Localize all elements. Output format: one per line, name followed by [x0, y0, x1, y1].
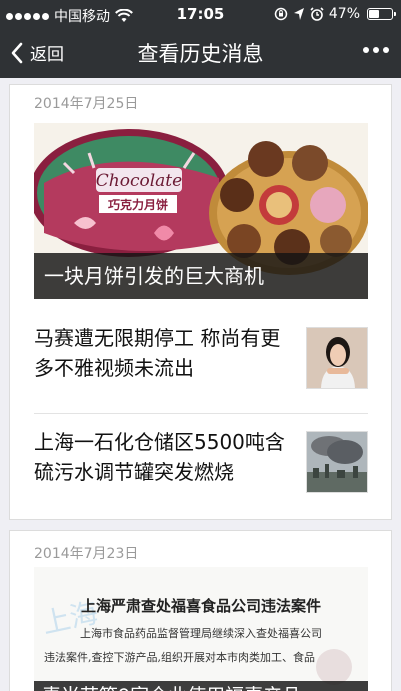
lid-subtitle-text: 巧克力月饼	[108, 197, 168, 212]
nav-bar: 返回 查看历史消息	[0, 28, 401, 78]
battery-fill	[369, 10, 379, 18]
document-line: 违法案件,查控下游产品,组织开展对本市肉类加工、食品	[44, 651, 315, 664]
message-card: 2014年7月25日 Chocolate 巧克力月饼 一块月饼引发的巨大商机 马…	[9, 84, 392, 520]
lid-brand-text: Chocolate	[96, 171, 182, 191]
city-smoke-thumbnail	[306, 431, 368, 493]
alarm-icon	[310, 7, 324, 21]
battery-icon	[367, 8, 396, 20]
page-title: 查看历史消息	[137, 42, 264, 66]
hero-article[interactable]: 上海 上海严肃查处福喜食品公司违法案件 上海市食品药品监督管理局继续深入查处福喜…	[34, 567, 368, 691]
list-item[interactable]: 上海一石化仓储区5500吨含硫污水调节罐突发燃烧	[34, 425, 368, 515]
status-bar: 中国移动 17:05 47%	[0, 0, 401, 28]
article-title: 马赛遭无限期停工 称尚有更多不雅视频未流出	[34, 326, 281, 380]
status-right: 47%	[274, 6, 396, 22]
hero-caption: 麦当劳等9家企业使用福喜产品	[34, 681, 368, 691]
hero-article[interactable]: Chocolate 巧克力月饼 一块月饼引发的巨大商机	[34, 123, 368, 299]
divider	[34, 413, 368, 414]
message-date: 2014年7月25日	[34, 96, 139, 112]
message-date: 2014年7月23日	[34, 546, 139, 562]
rotation-lock-icon	[274, 7, 288, 21]
article-title: 上海一石化仓储区5500吨含硫污水调节罐突发燃烧	[34, 430, 285, 484]
battery-percent: 47%	[328, 6, 360, 22]
more-dots-icon	[363, 47, 369, 53]
hero-caption: 一块月饼引发的巨大商机	[34, 253, 368, 299]
document-title: 上海严肃查处福喜食品公司违法案件	[80, 597, 321, 615]
more-button[interactable]	[363, 47, 389, 53]
list-item[interactable]: 马赛遭无限期停工 称尚有更多不雅视频未流出	[34, 321, 368, 411]
woman-portrait-thumbnail	[306, 327, 368, 389]
message-card: 2014年7月23日 上海 上海严肃查处福喜食品公司违法案件 上海市食品药品监督…	[9, 530, 392, 691]
location-arrow-icon	[293, 8, 304, 20]
document-line: 上海市食品药品监督管理局继续深入查处福喜公司	[80, 627, 322, 640]
